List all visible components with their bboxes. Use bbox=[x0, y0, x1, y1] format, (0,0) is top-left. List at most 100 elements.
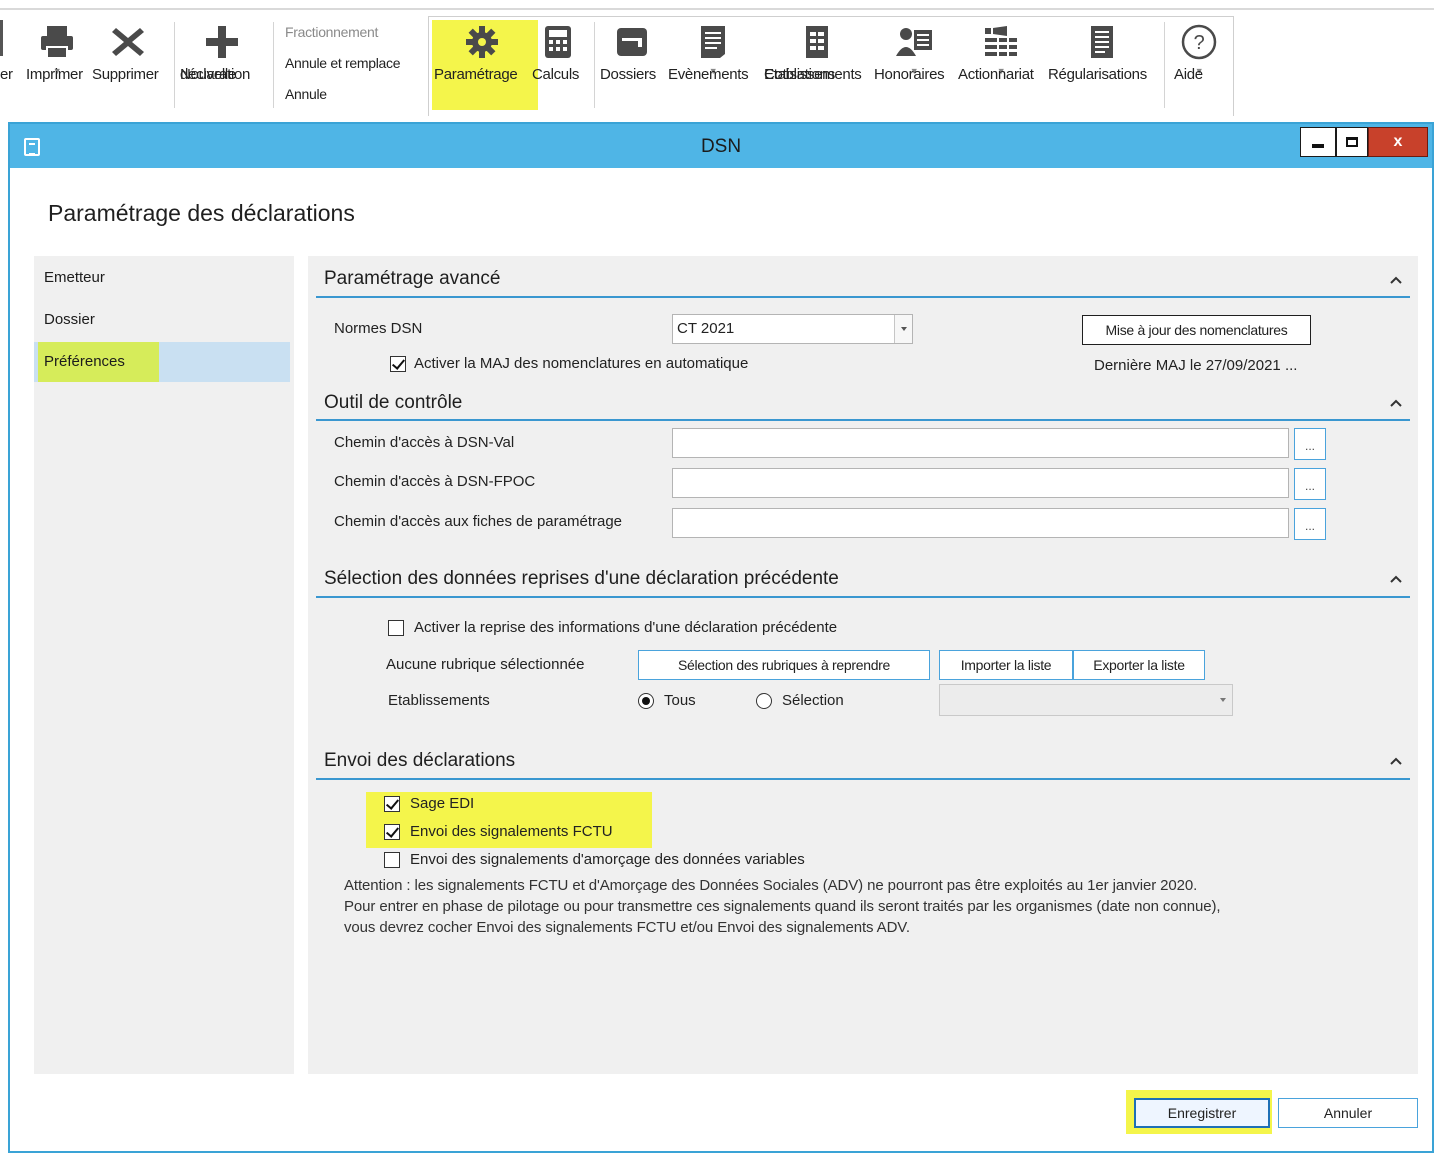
chevron-up-icon[interactable] bbox=[1388, 755, 1404, 767]
browse-dsn-val-button[interactable]: ... bbox=[1294, 428, 1326, 460]
sage-edi-label: Sage EDI bbox=[410, 795, 475, 812]
radio-selection[interactable] bbox=[756, 693, 772, 709]
auto-update-label: Activer la MAJ des nomenclatures en auto… bbox=[414, 355, 749, 372]
page-title: Paramétrage des déclarations bbox=[48, 200, 355, 226]
nav-item-preferences[interactable]: Préférences bbox=[34, 342, 290, 382]
split-button[interactable]: Fractionnement bbox=[285, 24, 378, 40]
adjustments-label: Régularisations bbox=[1048, 66, 1147, 83]
help-label: Aide bbox=[1174, 66, 1203, 83]
dsn-window: DSN x Paramétrage des déclarations Emett… bbox=[8, 122, 1434, 1153]
save-button[interactable]: Enregistrer bbox=[1134, 1098, 1270, 1128]
select-items-button[interactable]: Sélection des rubriques à reprendre bbox=[638, 650, 930, 680]
window-title: DSN bbox=[700, 136, 742, 157]
sheets-path-label: Chemin d'accès aux fiches de paramétrage bbox=[334, 513, 623, 530]
warning-note-line-3: vous devrez cocher Envoi des signalement… bbox=[344, 919, 910, 936]
auto-update-checkbox[interactable] bbox=[390, 356, 406, 372]
calculations-label: Calculs bbox=[532, 66, 580, 83]
ribbon-toolbar: er Imprimer ▼ Supprimer Nouvelle déclara… bbox=[0, 0, 1434, 118]
nav-item-emetteur[interactable]: Emetteur bbox=[34, 258, 290, 298]
maximize-button[interactable] bbox=[1336, 127, 1368, 157]
cancel-declaration-button[interactable]: Annule bbox=[285, 86, 327, 102]
dsn-val-path-label: Chemin d'accès à DSN-Val bbox=[334, 434, 515, 451]
person-card-icon bbox=[874, 18, 954, 66]
cancel-button[interactable]: Annuler bbox=[1278, 1098, 1418, 1128]
enable-recovery-checkbox[interactable] bbox=[388, 620, 404, 636]
fees-label: Honoraires bbox=[874, 66, 945, 83]
svg-text:?: ? bbox=[1194, 32, 1205, 54]
ledger-icon bbox=[1048, 18, 1156, 66]
ribbon-separator bbox=[273, 22, 274, 108]
browse-sheets-button[interactable]: ... bbox=[1294, 508, 1326, 540]
adv-label: Envoi des signalements d'amorçage des do… bbox=[410, 851, 805, 868]
sheets-path-input[interactable] bbox=[672, 508, 1289, 538]
warning-note-line-2: Pour entrer en phase de pilotage ou pour… bbox=[344, 898, 1221, 915]
section-divider bbox=[316, 296, 1410, 298]
shareholding-button[interactable]: Actionnariat ▼ bbox=[958, 18, 1044, 83]
window-titlebar[interactable]: DSN x bbox=[10, 124, 1432, 168]
minimize-button[interactable] bbox=[1300, 127, 1336, 157]
new-declaration-button[interactable]: Nouvelle déclaration bbox=[180, 18, 264, 83]
preferences-panel: Paramétrage avancé Normes DSN CT 2021 Mi… bbox=[308, 256, 1418, 1074]
help-icon: ? bbox=[1174, 18, 1224, 66]
contributions-button[interactable]: Cotisations Etablissements bbox=[764, 18, 870, 83]
partial-ribbon-label: er bbox=[0, 66, 13, 83]
settings-button[interactable]: Paramétrage bbox=[434, 18, 530, 83]
folders-button[interactable]: Dossiers bbox=[600, 18, 664, 83]
radio-all[interactable] bbox=[638, 693, 654, 709]
delete-button[interactable]: Supprimer bbox=[92, 18, 164, 83]
browse-dsn-fpoc-button[interactable]: ... bbox=[1294, 468, 1326, 500]
adjustments-button[interactable]: Régularisations bbox=[1048, 18, 1156, 83]
minimize-icon bbox=[1312, 144, 1324, 148]
no-item-selected-text: Aucune rubrique sélectionnée bbox=[386, 656, 585, 673]
nav-item-preferences-label: Préférences bbox=[38, 342, 159, 382]
print-label: Imprimer bbox=[26, 66, 83, 83]
print-button[interactable]: Imprimer ▼ bbox=[26, 18, 88, 83]
enable-recovery-label: Activer la reprise des informations d'un… bbox=[414, 619, 838, 636]
import-list-button[interactable]: Importer la liste bbox=[939, 650, 1073, 680]
advanced-section-title: Paramétrage avancé bbox=[324, 268, 501, 289]
nav-item-dossier[interactable]: Dossier bbox=[34, 300, 290, 340]
establishments-label: Etablissements bbox=[388, 692, 490, 709]
norms-combo[interactable]: CT 2021 bbox=[672, 314, 913, 344]
replace-button[interactable]: Annule et remplace bbox=[285, 55, 401, 71]
maximize-icon bbox=[1346, 137, 1358, 147]
calculations-button[interactable]: Calculs bbox=[532, 18, 584, 83]
ribbon-separator bbox=[1164, 22, 1165, 108]
shares-icon bbox=[958, 18, 1044, 66]
folder-icon bbox=[600, 18, 664, 66]
printer-icon bbox=[26, 18, 88, 66]
adv-checkbox[interactable] bbox=[384, 852, 400, 868]
fees-button[interactable]: Honoraires ▼ bbox=[874, 18, 954, 83]
chevron-down-icon bbox=[1214, 685, 1232, 715]
fctu-checkbox[interactable] bbox=[384, 824, 400, 840]
sage-edi-checkbox[interactable] bbox=[384, 796, 400, 812]
norms-value: CT 2021 bbox=[677, 320, 735, 337]
norms-label: Normes DSN bbox=[334, 320, 423, 337]
settings-label: Paramétrage bbox=[434, 66, 518, 83]
control-section-title: Outil de contrôle bbox=[324, 392, 463, 413]
ribbon-separator bbox=[594, 22, 595, 108]
table-document-icon bbox=[764, 18, 870, 66]
dsn-fpoc-path-label: Chemin d'accès à DSN-FPOC bbox=[334, 473, 536, 490]
dsn-fpoc-path-input[interactable] bbox=[672, 468, 1289, 498]
events-button[interactable]: Evènements ▼ bbox=[668, 18, 758, 83]
ribbon-separator bbox=[174, 22, 175, 108]
partial-ribbon-button[interactable]: er bbox=[0, 18, 20, 83]
shareholding-label: Actionnariat bbox=[958, 66, 1034, 83]
update-nomenclatures-button[interactable]: Mise à jour des nomenclatures bbox=[1082, 315, 1311, 345]
chevron-up-icon[interactable] bbox=[1388, 573, 1404, 585]
establishments-combo[interactable] bbox=[939, 684, 1233, 716]
x-icon bbox=[92, 18, 164, 66]
export-list-button[interactable]: Exporter la liste bbox=[1073, 650, 1205, 680]
last-update-text: Dernière MAJ le 27/09/2021 ... bbox=[1094, 357, 1298, 374]
new-declaration-label-2: déclaration bbox=[180, 66, 251, 83]
close-icon: x bbox=[1393, 133, 1403, 150]
fctu-label: Envoi des signalements FCTU bbox=[410, 823, 613, 840]
sending-section-title: Envoi des déclarations bbox=[324, 750, 516, 771]
selection-section-title: Sélection des données reprises d'une déc… bbox=[324, 568, 839, 589]
help-button[interactable]: ? Aide ▼ bbox=[1174, 18, 1224, 83]
chevron-up-icon[interactable] bbox=[1388, 397, 1404, 409]
chevron-up-icon[interactable] bbox=[1388, 274, 1404, 286]
dsn-val-path-input[interactable] bbox=[672, 428, 1289, 458]
close-button[interactable]: x bbox=[1368, 127, 1428, 157]
